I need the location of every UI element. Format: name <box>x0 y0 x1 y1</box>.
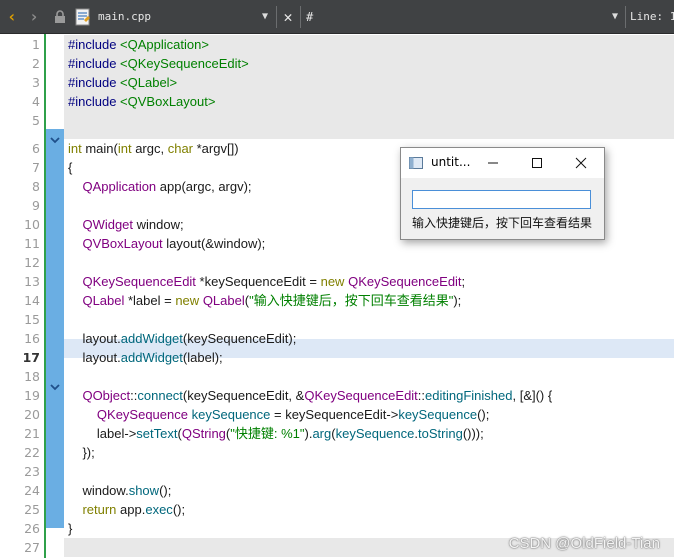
code-line[interactable]: label->setText(QString("快捷键: %1").arg(ke… <box>68 424 484 443</box>
close-icon <box>575 157 587 169</box>
result-label: 输入快捷键后，按下回车查看结果 <box>412 216 593 230</box>
line-number: 24 <box>24 483 40 498</box>
code-line[interactable]: layout.addWidget(label); <box>68 348 222 367</box>
code-line[interactable]: QApplication app(argc, argv); <box>68 177 251 196</box>
toolbar-divider <box>276 6 277 28</box>
line-number: 13 <box>24 274 40 289</box>
line-number: 10 <box>24 217 40 232</box>
chevron-right-icon[interactable]: › <box>24 0 44 33</box>
line-number: 25 <box>24 502 40 517</box>
line-number: 8 <box>32 179 40 194</box>
cpp-file-icon <box>72 0 94 33</box>
toolbar-divider <box>300 6 301 28</box>
line-number: 9 <box>32 198 40 213</box>
code-line[interactable]: }); <box>68 443 94 462</box>
lock-icon[interactable] <box>50 0 70 33</box>
line-number: 19 <box>24 388 40 403</box>
fold-region-bar <box>46 129 64 528</box>
line-number: 27 <box>24 540 40 555</box>
code-line[interactable]: #include <QVBoxLayout> <box>68 92 215 111</box>
line-number: 26 <box>24 521 40 536</box>
line-number: 18 <box>24 369 40 384</box>
symbol-selector[interactable]: # <box>306 0 313 33</box>
line-number: 7 <box>32 160 40 175</box>
line-number: 2 <box>32 56 40 71</box>
fold-margin[interactable] <box>46 34 64 558</box>
code-line[interactable]: { <box>68 158 72 177</box>
shaded-line <box>64 111 674 139</box>
code-text-area[interactable]: #include <QApplication> #include <QKeySeq… <box>64 34 674 558</box>
chevron-down-icon[interactable]: ▼ <box>607 0 623 33</box>
code-line[interactable]: QWidget window; <box>68 215 183 234</box>
code-line[interactable]: } <box>68 519 72 538</box>
chevron-left-icon[interactable]: ‹ <box>2 0 22 33</box>
line-number: 1 <box>32 37 40 52</box>
line-number: 5 <box>32 113 40 128</box>
maximize-button[interactable] <box>517 148 557 178</box>
line-number: 15 <box>24 312 40 327</box>
open-file-name[interactable]: main.cpp <box>98 0 151 33</box>
close-button[interactable] <box>561 148 601 178</box>
watermark: CSDN @OldField-Tian <box>508 535 660 552</box>
line-number: 17 <box>22 350 40 365</box>
line-number: 12 <box>24 255 40 270</box>
key-sequence-input[interactable] <box>412 190 591 209</box>
toolbar-divider <box>625 6 626 28</box>
editor-toolbar: ‹ › main.cpp ▼ ✕ # ▼ Line: 17 <box>0 0 674 34</box>
code-line[interactable]: window.show(); <box>68 481 171 500</box>
code-line[interactable]: #include <QLabel> <box>68 73 177 92</box>
code-line[interactable]: QKeySequence keySequence = keySequenceEd… <box>68 405 489 424</box>
line-number: 3 <box>32 75 40 90</box>
code-line[interactable]: #include <QKeySequenceEdit> <box>68 54 249 73</box>
code-line[interactable]: QVBoxLayout layout(&window); <box>68 234 265 253</box>
window-title: untit... <box>431 155 471 169</box>
app-window[interactable]: untit... 输入快捷键后，按下回车查看结果 <box>400 147 605 240</box>
line-number: 14 <box>24 293 40 308</box>
code-line[interactable]: #include <QApplication> <box>68 35 209 54</box>
code-line[interactable]: layout.addWidget(keySequenceEdit); <box>68 329 296 348</box>
line-number: 22 <box>24 445 40 460</box>
line-number: 16 <box>24 331 40 346</box>
code-line[interactable]: QLabel *label = new QLabel("输入快捷键后，按下回车查… <box>68 291 461 310</box>
code-line[interactable]: QKeySequenceEdit *keySequenceEdit = new … <box>68 272 465 291</box>
maximize-icon <box>532 158 542 168</box>
window-titlebar[interactable]: untit... <box>401 148 604 178</box>
close-icon[interactable]: ✕ <box>278 0 298 33</box>
line-number: 4 <box>32 94 40 109</box>
minimize-icon <box>488 162 498 164</box>
line-number: 6 <box>32 141 40 156</box>
code-line[interactable]: int main(int argc, char *argv[]) <box>68 139 239 158</box>
line-number: 20 <box>24 407 40 422</box>
code-line[interactable]: return app.exec(); <box>68 500 185 519</box>
line-number: 21 <box>24 426 40 441</box>
line-number: 23 <box>24 464 40 479</box>
line-number: 11 <box>24 236 40 251</box>
code-editor[interactable]: #include <QApplication> #include <QKeySeq… <box>0 34 674 558</box>
window-app-icon <box>409 157 423 169</box>
fold-toggle-icon[interactable] <box>48 380 62 394</box>
minimize-button[interactable] <box>473 148 513 178</box>
chevron-down-icon[interactable]: ▼ <box>256 0 274 33</box>
code-line[interactable]: QObject::connect(keySequenceEdit, &QKeyS… <box>68 386 552 405</box>
cursor-position-label[interactable]: Line: 17 <box>630 0 674 33</box>
fold-toggle-icon[interactable] <box>48 133 62 147</box>
